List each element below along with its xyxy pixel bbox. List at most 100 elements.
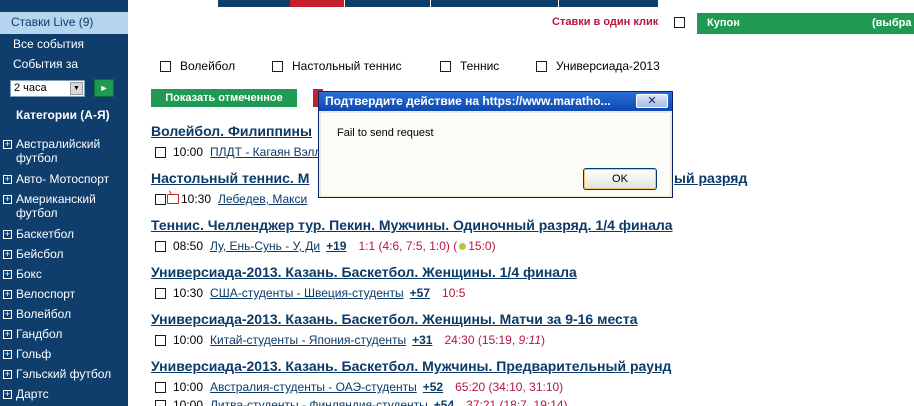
filter-label: Универсиада-2013 xyxy=(556,59,660,73)
dialog-body: Fail to send request OK xyxy=(321,113,670,196)
sidebar: Ставки Live (9) Все события События за 2… xyxy=(0,0,128,406)
more-bets-link[interactable]: +54 xyxy=(434,398,454,406)
event-checkbox[interactable] xyxy=(155,240,166,252)
plus-icon[interactable]: + xyxy=(3,290,12,299)
event-teams-link[interactable]: Лу, Ень-Сунь - У, Ди xyxy=(210,239,320,253)
category-item[interactable]: + Бокс xyxy=(3,267,125,281)
plus-icon[interactable]: + xyxy=(3,195,12,204)
tab-separator xyxy=(430,0,431,7)
category-label: Баскетбол xyxy=(16,227,74,241)
more-bets-link[interactable]: +31 xyxy=(412,333,432,347)
dialog-message: Fail to send request xyxy=(337,127,434,139)
score-current: 15:0 xyxy=(468,239,492,253)
category-item[interactable]: + Авто- Мотоспорт xyxy=(3,172,125,186)
group-title[interactable]: Универсиада-2013. Казань. Баскетбол. Муж… xyxy=(151,358,671,374)
score-main: 24:30 (15:19, xyxy=(444,333,516,347)
plus-icon[interactable]: + xyxy=(3,175,12,184)
category-label: Австралийский футбол xyxy=(16,137,101,165)
group-title[interactable]: Волейбол. Филиппины xyxy=(151,123,312,139)
event-score: 24:30 (15:19, 9:11) xyxy=(444,333,546,347)
top-tab-bar[interactable] xyxy=(218,0,658,7)
category-item[interactable]: + Австралийский футбол xyxy=(3,137,125,165)
event-time: 10:30 xyxy=(173,286,204,300)
category-label: Волейбол xyxy=(16,307,72,321)
category-label: Дартс xyxy=(16,387,49,401)
dialog-titlebar[interactable]: Подтвердите действие на https://www.mara… xyxy=(319,92,672,111)
show-selected-button[interactable]: Показать отмеченное xyxy=(151,89,297,107)
event-time: 10:30 xyxy=(181,192,212,206)
filter-checkbox[interactable] xyxy=(536,60,547,72)
category-label: Гольф xyxy=(16,347,52,361)
more-bets-link[interactable]: +57 xyxy=(410,286,430,300)
event-checkbox[interactable] xyxy=(155,287,166,299)
filter-tennis[interactable]: Теннис xyxy=(440,59,499,73)
event-checkbox[interactable] xyxy=(155,399,166,406)
plus-icon[interactable]: + xyxy=(3,390,12,399)
category-label: Бокс xyxy=(16,267,42,281)
category-item[interactable]: + Гандбол xyxy=(3,327,125,341)
tv-icon xyxy=(167,194,179,204)
category-item[interactable]: + Бейсбол xyxy=(3,247,125,261)
more-bets-link[interactable]: +19 xyxy=(326,239,346,253)
period-select[interactable]: 2 часа ▼ xyxy=(10,80,85,97)
category-item[interactable]: + Американский футбол xyxy=(3,192,125,220)
filter-checkbox[interactable] xyxy=(440,60,451,72)
period-select-value: 2 часа xyxy=(14,82,47,94)
category-item[interactable]: + Велоспорт xyxy=(3,287,125,301)
event-teams-link[interactable]: Лебедев, Макси xyxy=(218,192,307,206)
category-label: Бейсбол xyxy=(16,247,64,261)
event-row: 10:30 Лебедев, Макси xyxy=(155,192,313,206)
category-item[interactable]: + Баскетбол xyxy=(3,227,125,241)
period-go-button[interactable]: ► xyxy=(94,79,114,97)
plus-icon[interactable]: + xyxy=(3,230,12,239)
plus-icon[interactable]: + xyxy=(3,310,12,319)
coupon-header[interactable]: Купон (выбра xyxy=(697,13,914,34)
category-item[interactable]: + Гольф xyxy=(3,347,125,361)
event-checkbox[interactable] xyxy=(155,193,166,205)
category-item[interactable]: + Гэльский футбол xyxy=(3,367,125,381)
plus-icon[interactable]: + xyxy=(3,270,12,279)
filter-label: Настольный теннис xyxy=(292,59,402,73)
coupon-selected-label: (выбра xyxy=(872,17,912,29)
close-icon[interactable]: ✕ xyxy=(636,94,668,108)
plus-icon[interactable]: + xyxy=(3,370,12,379)
filter-checkbox[interactable] xyxy=(160,60,171,72)
group-title[interactable]: Теннис. Челленджер тур. Пекин. Мужчины. … xyxy=(151,217,673,233)
group-title[interactable]: Универсиада-2013. Казань. Баскетбол. Жен… xyxy=(151,264,577,280)
tab-live-active[interactable] xyxy=(290,0,344,7)
plus-icon[interactable]: + xyxy=(3,350,12,359)
more-bets-link[interactable]: +52 xyxy=(423,380,443,394)
sidebar-all-events[interactable]: Все события xyxy=(13,37,84,51)
event-checkbox[interactable] xyxy=(155,146,166,158)
categories-title: Категории (А-Я) xyxy=(16,108,110,122)
event-teams-link[interactable]: ПЛДТ - Кагаян Вэлл xyxy=(210,145,321,159)
filter-checkbox[interactable] xyxy=(272,60,283,72)
group-title-tail[interactable]: ый разряд xyxy=(674,170,747,186)
group-title[interactable]: Универсиада-2013. Казань. Баскетбол. Жен… xyxy=(151,311,638,327)
event-teams-link[interactable]: Китай-студенты - Япония-студенты xyxy=(210,333,406,347)
filter-universiade[interactable]: Универсиада-2013 xyxy=(536,59,660,73)
event-row: 10:30 США-студенты - Швеция-студенты +57… xyxy=(155,286,465,300)
sidebar-events-for: События за xyxy=(13,57,79,71)
sidebar-live-bets[interactable]: Ставки Live (9) xyxy=(0,12,128,34)
event-teams-link[interactable]: США-студенты - Швеция-студенты xyxy=(210,286,404,300)
event-checkbox[interactable] xyxy=(155,334,166,346)
plus-icon[interactable]: + xyxy=(3,140,12,149)
one-click-bets-label: Ставки в один клик xyxy=(552,16,659,28)
event-score: 1:1 (4:6, 7:5, 1:0) (15:0) xyxy=(358,239,496,253)
filter-table-tennis[interactable]: Настольный теннис xyxy=(272,59,402,73)
filter-volleyball[interactable]: Волейбол xyxy=(160,59,235,73)
ok-button[interactable]: OK xyxy=(583,168,657,190)
chevron-down-icon[interactable]: ▼ xyxy=(70,82,83,95)
event-teams-link[interactable]: Австралия-студенты - ОАЭ-студенты xyxy=(210,380,417,394)
plus-icon[interactable]: + xyxy=(3,250,12,259)
plus-icon[interactable]: + xyxy=(3,330,12,339)
category-item[interactable]: + Волейбол xyxy=(3,307,125,321)
category-item[interactable]: + Дартс xyxy=(3,387,125,401)
one-click-checkbox[interactable] xyxy=(674,17,685,28)
event-checkbox[interactable] xyxy=(155,381,166,393)
group-title[interactable]: Настольный теннис. М xyxy=(151,170,309,186)
event-row: 08:50 Лу, Ень-Сунь - У, Ди +19 1:1 (4:6,… xyxy=(155,239,496,253)
event-teams-link[interactable]: Литва-студенты - Финляндия-студенты xyxy=(210,398,428,406)
category-label: Велоспорт xyxy=(16,287,76,301)
